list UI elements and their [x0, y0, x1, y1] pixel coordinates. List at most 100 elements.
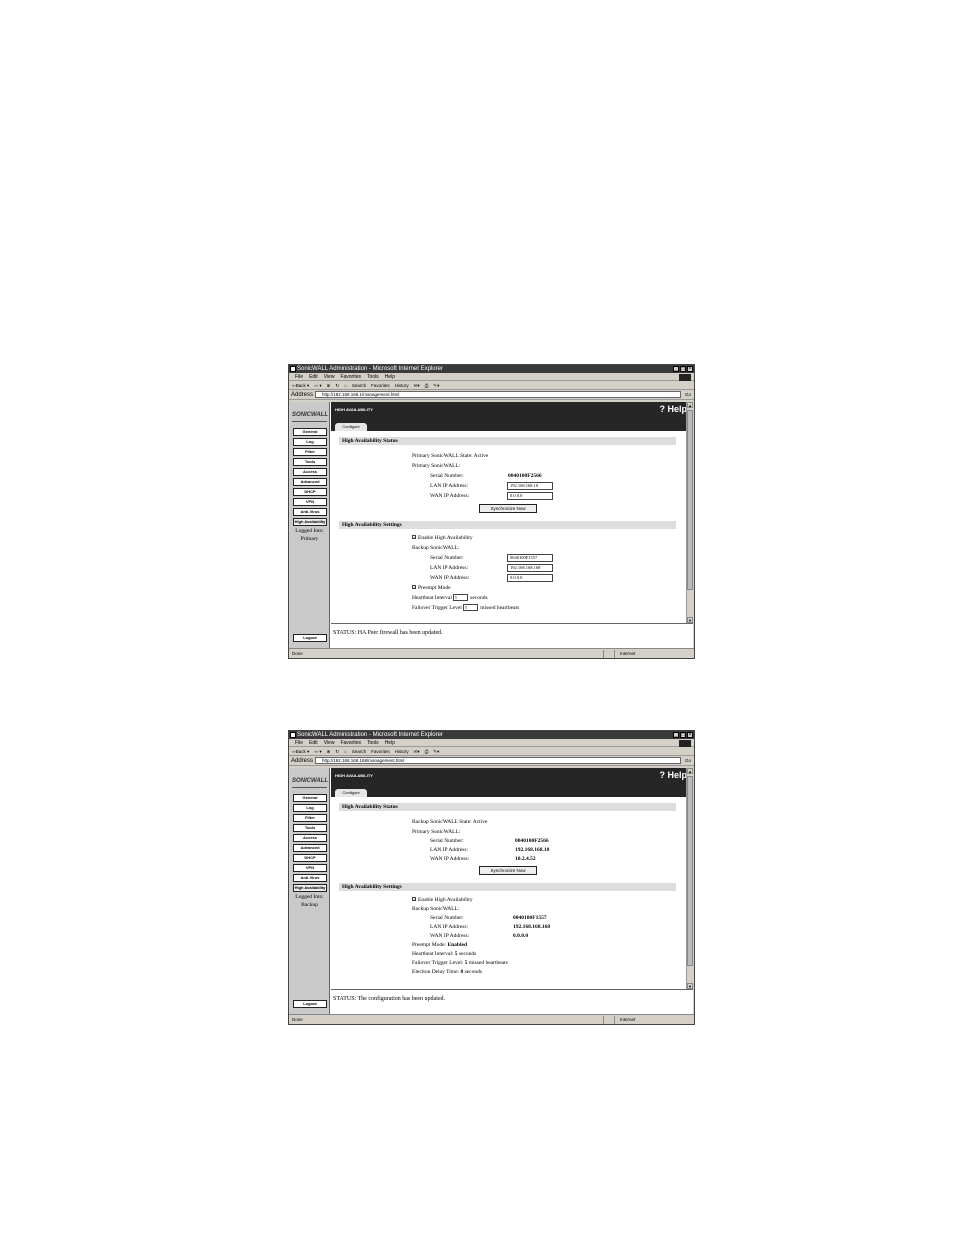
close-icon[interactable]: ×: [687, 366, 693, 372]
forward-button[interactable]: ⇨ ▾: [314, 381, 321, 389]
favorites-button[interactable]: Favorites: [371, 381, 390, 389]
nav-filter[interactable]: Filter: [293, 814, 327, 822]
nav-log[interactable]: Log: [293, 804, 327, 812]
enable-ha-checkbox[interactable]: ✓: [412, 535, 416, 540]
nav-general[interactable]: General: [293, 794, 327, 802]
scroll-thumb[interactable]: [687, 776, 693, 966]
scroll-thumb[interactable]: [687, 410, 693, 590]
print-button[interactable]: ⎙: [425, 747, 429, 755]
stop-button[interactable]: ⊗: [327, 381, 331, 389]
preempt-value: Enabled: [447, 942, 468, 948]
home-button[interactable]: ⌂: [344, 381, 347, 389]
logout-button[interactable]: Logout: [293, 1000, 327, 1008]
primary-wan-input[interactable]: 0.0.0.0: [507, 492, 553, 500]
nav-access[interactable]: Access: [293, 468, 327, 476]
mail-button[interactable]: ✉▾: [414, 747, 420, 755]
edit-button[interactable]: ✎▾: [433, 747, 439, 755]
nav-general[interactable]: General: [293, 428, 327, 436]
nav-dhcp[interactable]: DHCP: [293, 488, 327, 496]
toolbar: ⇦Back ▾ ⇨ ▾ ⊗ ↻ ⌂ Search Favorites Histo…: [289, 747, 694, 756]
nav-vpn[interactable]: VPN: [293, 498, 327, 506]
menu-help[interactable]: Help: [385, 373, 395, 380]
page-header: HIGH AVAILABILITY ? Help Configure: [331, 402, 693, 431]
search-button[interactable]: Search: [352, 747, 366, 755]
back-button[interactable]: ⇦Back ▾: [292, 381, 309, 389]
nav-tools[interactable]: Tools: [293, 458, 327, 466]
stop-button[interactable]: ⊗: [327, 747, 331, 755]
menu-tools[interactable]: Tools: [367, 739, 379, 746]
nav-advanced[interactable]: Advanced: [293, 844, 327, 852]
mail-button[interactable]: ✉▾: [414, 381, 420, 389]
primary-lan-input[interactable]: 192.168.168.10: [507, 482, 553, 490]
serial-label: Serial Number:: [430, 473, 464, 479]
refresh-button[interactable]: ↻: [335, 381, 339, 389]
forward-button[interactable]: ⇨ ▾: [314, 747, 321, 755]
nav-high-availability[interactable]: High Availability: [293, 884, 327, 892]
minimize-icon[interactable]: _: [673, 366, 679, 372]
help-button[interactable]: ? Help: [659, 770, 687, 780]
backup-lan-input[interactable]: 192.168.168.168: [507, 564, 553, 572]
backup-wan-input[interactable]: 0.0.0.0: [507, 574, 553, 582]
home-button[interactable]: ⌂: [344, 747, 347, 755]
menu-edit[interactable]: Edit: [309, 739, 318, 746]
synchronize-now-button[interactable]: Synchronize Now: [479, 866, 537, 875]
address-input[interactable]: http://192.168.168.1/management.html: [315, 391, 681, 398]
page-content: SONICWALL General Log Filter Tools Acces…: [290, 402, 693, 649]
synchronize-now-button[interactable]: Synchronize Now: [479, 504, 537, 513]
scrollbar[interactable]: ▲ ▼: [686, 768, 693, 989]
help-button[interactable]: ? Help: [659, 404, 687, 414]
scroll-up-icon[interactable]: ▲: [687, 402, 693, 408]
scroll-up-icon[interactable]: ▲: [687, 768, 693, 774]
nav-vpn[interactable]: VPN: [293, 864, 327, 872]
failover-label: Failover Trigger Level:: [412, 960, 464, 966]
nav-high-availability[interactable]: High Availability: [293, 518, 327, 526]
menu-tools[interactable]: Tools: [367, 373, 379, 380]
maximize-icon[interactable]: □: [680, 732, 686, 738]
tab-configure[interactable]: Configure: [335, 789, 367, 797]
menu-view[interactable]: View: [324, 739, 335, 746]
enable-ha-checkbox[interactable]: ✓: [412, 897, 416, 902]
zone-label: Internet: [614, 650, 674, 658]
refresh-button[interactable]: ↻: [335, 747, 339, 755]
menu-file[interactable]: File: [295, 739, 303, 746]
status-message: STATUS: HA Peer firewall has been update…: [331, 623, 693, 649]
backup-sonicwall-label: Backup SonicWALL:: [412, 545, 460, 551]
go-button[interactable]: Go: [685, 758, 691, 763]
menu-edit[interactable]: Edit: [309, 373, 318, 380]
menu-help[interactable]: Help: [385, 739, 395, 746]
scrollbar[interactable]: ▲ ▼: [686, 402, 693, 623]
preempt-checkbox[interactable]: ✓: [412, 585, 416, 590]
edit-button[interactable]: ✎▾: [433, 381, 439, 389]
menu-file[interactable]: File: [295, 373, 303, 380]
nav-tools[interactable]: Tools: [293, 824, 327, 832]
nav-filter[interactable]: Filter: [293, 448, 327, 456]
minimize-icon[interactable]: _: [673, 732, 679, 738]
toolbar: ⇦Back ▾ ⇨ ▾ ⊗ ↻ ⌂ Search Favorites Histo…: [289, 381, 694, 390]
go-button[interactable]: Go: [685, 392, 691, 397]
menu-favorites[interactable]: Favorites: [340, 739, 361, 746]
nav-anti-virus[interactable]: Anti-Virus: [293, 508, 327, 516]
close-icon[interactable]: ×: [687, 732, 693, 738]
wan-label: WAN IP Address:: [430, 493, 470, 499]
nav-access[interactable]: Access: [293, 834, 327, 842]
print-button[interactable]: ⎙: [425, 381, 429, 389]
heartbeat-input[interactable]: 5: [452, 594, 468, 602]
history-button[interactable]: History: [395, 747, 409, 755]
nav-dhcp[interactable]: DHCP: [293, 854, 327, 862]
logout-button[interactable]: Logout: [293, 634, 327, 642]
backup-serial-input[interactable]: 0040100F1557: [507, 554, 553, 562]
search-button[interactable]: Search: [352, 381, 366, 389]
history-button[interactable]: History: [395, 381, 409, 389]
nav-log[interactable]: Log: [293, 438, 327, 446]
address-input[interactable]: http://192.168.168.168/management.html: [315, 757, 681, 764]
tab-configure[interactable]: Configure: [335, 423, 367, 431]
failover-input[interactable]: 5: [462, 604, 478, 612]
menu-favorites[interactable]: Favorites: [340, 373, 361, 380]
favorites-button[interactable]: Favorites: [371, 747, 390, 755]
back-button[interactable]: ⇦Back ▾: [292, 747, 309, 755]
maximize-icon[interactable]: □: [680, 366, 686, 372]
nav-anti-virus[interactable]: Anti-Virus: [293, 874, 327, 882]
nav-advanced[interactable]: Advanced: [293, 478, 327, 486]
heartbeat-label: Heartbeat Interval:: [412, 951, 454, 957]
menu-view[interactable]: View: [324, 373, 335, 380]
